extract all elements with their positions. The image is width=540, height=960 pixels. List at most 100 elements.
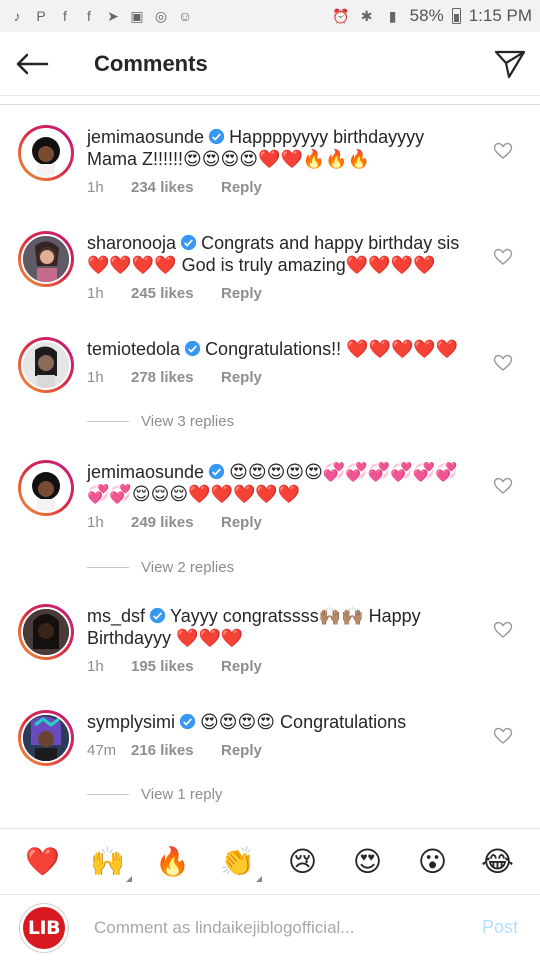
comment-username[interactable]: temiotedola [87,339,180,359]
status-time: 1:15 PM [468,6,532,25]
like-heart-icon[interactable] [493,621,513,639]
like-heart-icon[interactable] [493,477,513,495]
comment-likes[interactable]: 195 likes [131,658,221,675]
like-heart-icon[interactable] [493,354,513,372]
comment-meta: 1h 278 likes Reply [87,369,262,386]
comment-likes[interactable]: 249 likes [131,514,221,531]
comment-username[interactable]: sharonooja [87,233,176,253]
comment-username[interactable]: ms_dsf [87,606,145,626]
comment-meta: 1h 249 likes Reply [87,514,262,531]
comment-body: symplysimi 😍😍😍😍 Congratulations [87,711,477,733]
view-replies-button[interactable]: View 2 replies [87,559,234,576]
comment-time: 1h [87,179,104,196]
back-button[interactable] [0,32,64,96]
emoji-raised-hands-glyph: 🙌 [90,846,125,877]
replies-divider-line [87,567,129,568]
status-bar-system: ⏰ ✱ ▮ 58% 1:15 PM [332,6,532,26]
bluetooth-icon: ✱ [360,7,373,24]
emoji-clap-glyph: 👏 [220,846,255,877]
verified-badge-icon [179,713,196,730]
replies-divider-line [87,421,129,422]
comment-body: temiotedola Congratulations!! ❤️❤️❤️❤️❤️ [87,338,477,360]
header-divider [0,104,540,105]
comment-time: 1h [87,658,104,675]
page-title: Comments [94,50,208,76]
facebook-icon: f [87,8,91,24]
comment-username[interactable]: jemimaosunde [87,462,204,482]
comment-body: jemimaosunde Happppyyyy birthdayyyy Mama … [87,126,477,170]
verified-badge-icon [149,607,166,624]
reply-button[interactable]: Reply [221,369,262,386]
chat-icon: ☺ [177,8,193,24]
photo-icon: ▣ [130,7,144,24]
reply-button[interactable]: Reply [221,514,262,531]
emoji-heart-eyes-button[interactable]: 😍 [346,840,390,884]
tiktok-icon: ♪ [13,8,21,24]
verified-badge-icon [208,128,225,145]
comment-likes[interactable]: 245 likes [131,285,221,302]
status-bar: ♪ P f f ➤ ▣ ◎ ☺ ⏰ ✱ ▮ 58% 1:15 PM [0,0,540,32]
reply-button[interactable]: Reply [221,285,262,302]
avatar[interactable] [18,231,74,287]
comment-meta: 1h 234 likes Reply [87,179,262,196]
emoji-reaction-bar: ❤️ 🙌 🔥 👏 😢 😍 😮 😂 [0,828,540,894]
like-heart-icon[interactable] [493,727,513,745]
verified-badge-icon [208,463,225,480]
emoji-surprised-button[interactable]: 😮 [411,840,455,884]
comment-input[interactable] [94,917,414,938]
comment-text: 😍😍😍😍 Congratulations [200,712,407,732]
reply-button[interactable]: Reply [221,742,262,759]
emoji-raised-hands-button[interactable]: 🙌 [86,840,132,884]
emoji-crying-button[interactable]: 😢 [281,840,325,884]
verified-badge-icon [180,234,197,251]
avatar[interactable] [18,460,74,516]
avatar[interactable] [18,337,74,393]
comment-text: Congratulations!! ❤️❤️❤️❤️❤️ [205,339,459,359]
comment-body: sharonooja Congrats and happy birthday si… [87,232,477,276]
current-user-avatar: LIB [20,903,68,952]
comment-input-bar: LIB Post [0,894,540,960]
replies-divider-line [87,794,129,795]
emoji-clap-button[interactable]: 👏 [216,840,262,884]
emoji-laughing-button[interactable]: 😂 [476,840,520,884]
view-replies-button[interactable]: View 3 replies [87,413,234,430]
comment-time: 1h [87,369,104,386]
comment-meta: 1h 195 likes Reply [87,658,262,675]
avatar[interactable] [18,710,74,766]
comment-username[interactable]: jemimaosunde [87,127,204,147]
avatar[interactable] [18,125,74,181]
emoji-fire-button[interactable]: 🔥 [151,840,195,884]
comment-body: ms_dsf Yayyy congratssss🙌🏽🙌🏽 Happy Birthd… [87,605,477,649]
battery-icon [451,8,461,24]
battery-percentage: 58% [409,6,444,25]
reply-button[interactable]: Reply [221,179,262,196]
comment-likes[interactable]: 234 likes [131,179,221,196]
signal-icon: ▮ [388,7,397,24]
view-replies-label: View 2 replies [141,559,235,576]
comment-likes[interactable]: 216 likes [131,742,221,759]
comment-time: 1h [87,514,104,531]
skin-tone-indicator [255,875,262,882]
post-button[interactable]: Post [482,917,518,938]
facebook-icon: f [63,8,67,24]
status-bar-notifications: ♪ P f f ➤ ▣ ◎ ☺ [8,7,194,25]
view-replies-label: View 3 replies [141,413,235,430]
skin-tone-indicator [125,875,132,882]
comment-time: 47m [87,742,117,759]
avatar[interactable] [18,604,74,660]
like-heart-icon[interactable] [493,142,513,160]
alarm-icon: ⏰ [331,7,350,24]
comment-username[interactable]: symplysimi [87,712,175,732]
back-arrow-icon [16,53,49,74]
like-heart-icon[interactable] [493,248,513,266]
comment-body: jemimaosunde 😍😍😍😍😍💞💞💞💞💞💞💞💞😌😌😌❤️❤️❤️❤️❤️ [87,461,477,505]
send-icon [494,50,526,78]
instagram-icon: ◎ [154,7,168,24]
comment-likes[interactable]: 278 likes [131,369,221,386]
comment-meta: 1h 245 likes Reply [87,285,262,302]
header: Comments [0,32,540,96]
emoji-heart-button[interactable]: ❤️ [21,840,65,884]
view-replies-button[interactable]: View 1 reply [87,786,222,803]
share-button[interactable] [480,32,540,96]
reply-button[interactable]: Reply [221,658,262,675]
